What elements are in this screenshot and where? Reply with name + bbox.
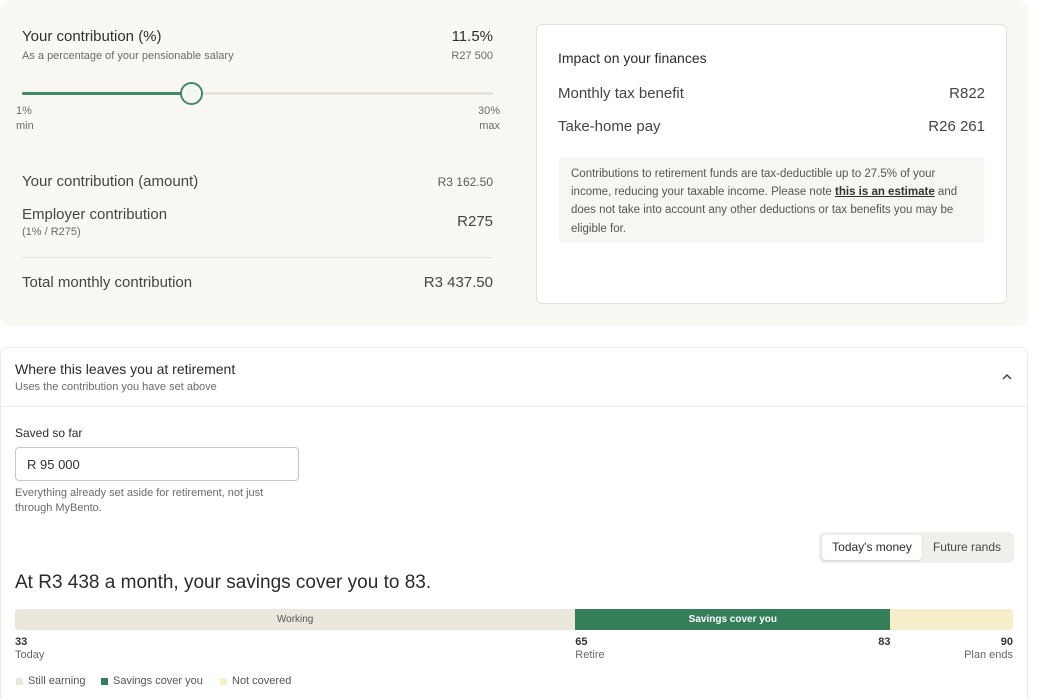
legend-not-covered: Not covered — [232, 675, 292, 687]
contribution-subtitle: As a percentage of your pensionable sala… — [22, 50, 234, 62]
slider-min-value: 1% — [16, 105, 32, 117]
total-divider — [22, 257, 493, 258]
timeline-start-age: 33 — [15, 636, 28, 648]
timeline-retire-label: Retire — [575, 649, 605, 661]
timeline-covered-label: Savings cover you — [688, 614, 778, 625]
saved-so-far-input[interactable] — [15, 447, 299, 481]
saved-so-far-help: Everything already set aside for retirem… — [15, 487, 264, 514]
tax-benefit-label: Monthly tax benefit — [558, 85, 684, 102]
tax-benefit-value: R822 — [949, 85, 985, 102]
contribution-amount-label: Your contribution (amount) — [22, 173, 199, 190]
legend-savings-cover: Savings cover you — [113, 675, 203, 687]
retirement-headline: At R3 438 a month, your savings cover yo… — [15, 572, 432, 593]
impact-card: Impact on your finances Monthly tax bene… — [536, 24, 1007, 304]
legend-not-covered-swatch — [220, 678, 227, 685]
slider-min-label: min — [16, 120, 34, 132]
take-home-label: Take-home pay — [558, 118, 661, 135]
timeline-covered-segment: Savings cover you — [575, 609, 891, 630]
slider-max-label: max — [479, 120, 500, 132]
retirement-subtitle: Uses the contribution you have set above — [15, 381, 217, 393]
contribution-slider-track[interactable] — [22, 92, 493, 95]
timeline-plan-end-age: 90 — [1000, 636, 1013, 648]
retirement-panel — [0, 347, 1028, 698]
contribution-percent-value: 11.5% — [451, 28, 493, 45]
timeline-retire-age: 65 — [575, 636, 588, 648]
take-home-value: R26 261 — [928, 118, 985, 135]
legend-still-earning: Still earning — [28, 675, 86, 687]
total-contribution-label: Total monthly contribution — [22, 274, 193, 291]
money-view-toggle: Today's money Future rands — [819, 532, 1014, 563]
toggle-todays-money[interactable]: Today's money — [822, 535, 922, 560]
timeline-plan-end-label: Plan ends — [964, 649, 1013, 661]
retirement-timeline: Working Savings cover you — [15, 609, 1013, 630]
chevron-up-icon[interactable] — [1000, 370, 1014, 384]
contribution-slider-thumb[interactable] — [180, 82, 204, 105]
contribution-panel: Your contribution (%) As a percentage of… — [0, 0, 1028, 326]
timeline-working-label: Working — [276, 614, 314, 625]
estimate-link[interactable]: this is an estimate — [835, 186, 935, 198]
impact-title: Impact on your finances — [558, 50, 707, 66]
timeline-uncovered-segment — [890, 609, 1013, 630]
toggle-future-rands[interactable]: Future rands — [923, 535, 1011, 560]
timeline-today-label: Today — [15, 649, 45, 661]
saved-so-far-label: Saved so far — [15, 426, 83, 440]
retirement-title[interactable]: Where this leaves you at retirement — [15, 361, 235, 377]
timeline-working-segment: Working — [15, 609, 576, 630]
salary-value: R27 500 — [451, 50, 493, 62]
retirement-header-divider — [1, 406, 1027, 407]
total-contribution-value: R3 437.50 — [423, 274, 493, 291]
contribution-slider-fill — [22, 92, 192, 95]
employer-contribution-label: Employer contribution — [22, 206, 168, 223]
contribution-title: Your contribution (%) — [22, 28, 162, 45]
employer-contribution-sub: (1% / R275) — [22, 226, 81, 238]
contribution-amount-value: R3 162.50 — [437, 175, 493, 189]
legend-still-earning-swatch — [16, 678, 23, 685]
timeline-covered-age: 83 — [878, 636, 891, 648]
legend-savings-cover-swatch — [101, 678, 108, 685]
tax-note: Contributions to retirement funds are ta… — [559, 157, 984, 243]
employer-contribution-value: R275 — [457, 213, 493, 230]
slider-max-value: 30% — [477, 105, 500, 117]
